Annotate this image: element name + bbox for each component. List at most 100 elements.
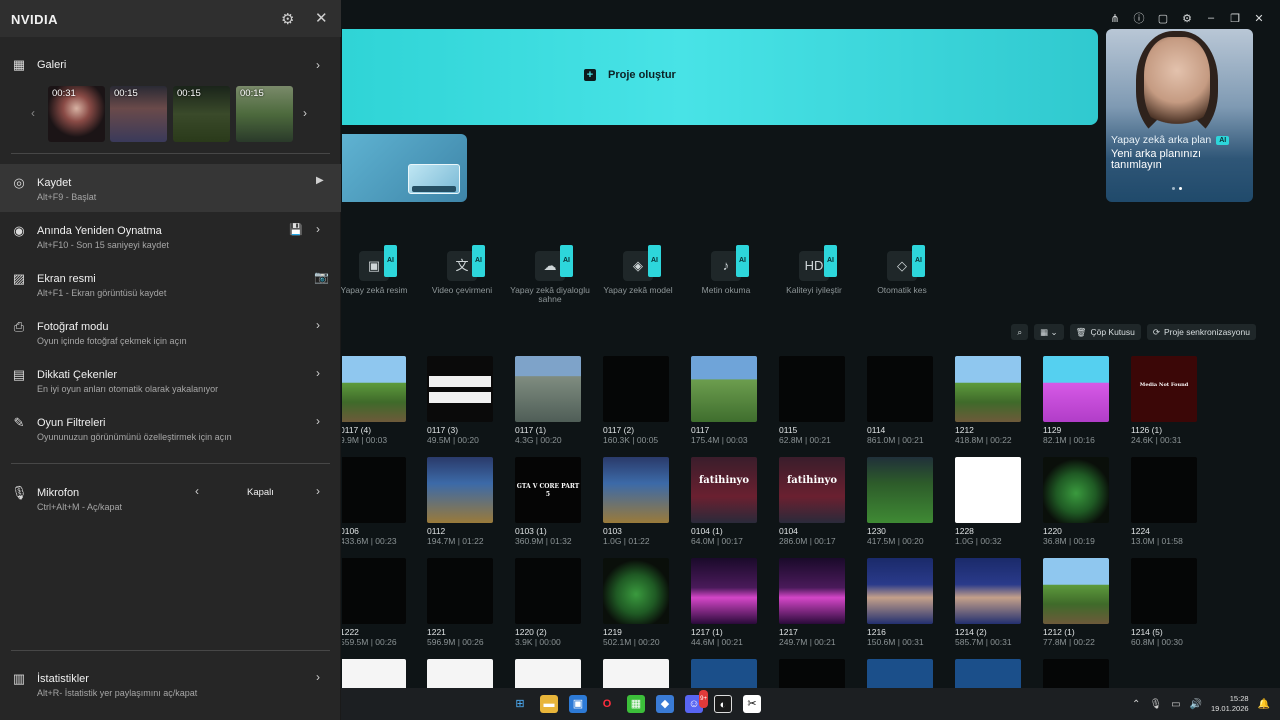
media-clip[interactable]: 0117 (3) 49.5M | 00:20 [427, 356, 515, 445]
view-toggle-button[interactable]: ▦ ⌄ [1034, 324, 1064, 340]
ai-background-promo[interactable]: Yapay zekâ arka plan AI Yeni arka planın… [1106, 29, 1253, 202]
clip-thumbnail[interactable]: fatihinyo [691, 457, 757, 523]
ai-tool[interactable]: ◈ AI Yapay zekâ model [596, 245, 680, 295]
media-clip[interactable]: 1219 502.1M | 00:20 [603, 558, 691, 647]
media-clip[interactable]: 1129 82.1M | 00:16 [1043, 356, 1131, 445]
microphone-tray-icon[interactable]: 🎙 [1149, 699, 1162, 710]
clip-thumbnail[interactable] [1043, 356, 1109, 422]
clip-thumbnail[interactable] [691, 659, 757, 688]
media-clip[interactable]: 0117 175.4M | 00:03 [691, 356, 779, 445]
template-card[interactable] [342, 134, 467, 202]
media-clip[interactable]: 1220 (2) 3.9K | 00:00 [515, 558, 603, 647]
media-clip[interactable]: 0117 (1) 4.3G | 00:20 [515, 356, 603, 445]
volume-icon[interactable]: 🔊 [1190, 699, 1202, 710]
clip-thumbnail[interactable] [515, 558, 581, 624]
create-project-button[interactable]: + Proje oluştur [584, 69, 676, 81]
clock[interactable]: 15:28 19.01.2026 [1211, 694, 1249, 714]
minimize-icon[interactable]: – [1204, 11, 1218, 25]
game-filters-row[interactable]: ✎ Oyun Filtreleri Oyununuzun görünümünü … [0, 404, 341, 452]
media-clip[interactable]: 0115 62.8M | 00:21 [779, 356, 867, 445]
record-row[interactable]: ◎ Kaydet Alt+F9 - Başlat ▶ [0, 164, 341, 212]
media-clip[interactable]: 1216 150.6M | 00:31 [867, 558, 955, 647]
carousel-dots[interactable] [1172, 187, 1182, 190]
media-clip[interactable]: 0117 (4) 9.9M | 00:03 [342, 356, 428, 445]
clip-thumbnail[interactable] [342, 558, 406, 624]
media-clip[interactable] [691, 659, 779, 688]
windows-start-icon[interactable]: ⊞ [511, 695, 529, 713]
clip-thumbnail[interactable] [955, 356, 1021, 422]
network-icon[interactable]: ▭ [1171, 699, 1180, 710]
gallery-clip[interactable]: 00:15 [173, 86, 230, 142]
discord-icon[interactable]: ☺ 9+ [685, 690, 708, 713]
media-clip[interactable]: 1221 596.9M | 00:26 [427, 558, 515, 647]
clip-thumbnail[interactable] [427, 356, 493, 422]
clip-thumbnail[interactable] [427, 558, 493, 624]
media-clip[interactable] [867, 659, 955, 688]
media-clip[interactable]: 0103 1.0G | 01:22 [603, 457, 691, 546]
create-project-banner[interactable]: + Proje oluştur [342, 29, 1098, 125]
clip-thumbnail[interactable]: fatihinyo [779, 457, 845, 523]
media-clip[interactable]: 1222 559.5M | 00:26 [342, 558, 428, 647]
play-icon[interactable]: ▶ [316, 175, 324, 186]
clip-thumbnail[interactable] [1043, 659, 1109, 688]
media-clip[interactable]: 1212 418.8M | 00:22 [955, 356, 1043, 445]
clip-thumbnail[interactable] [1043, 558, 1109, 624]
clip-thumbnail[interactable] [515, 659, 581, 688]
app-icon[interactable]: ◆ [656, 695, 674, 713]
media-clip[interactable] [779, 659, 867, 688]
camera-icon[interactable]: 📷 [314, 270, 329, 284]
clip-thumbnail[interactable] [603, 457, 669, 523]
info-icon[interactable]: ⓘ [1132, 11, 1146, 25]
stats-row[interactable]: ▥ İstatistikler Alt+R- İstatistik yer pa… [0, 660, 341, 708]
gallery-clip[interactable]: 00:31 [48, 86, 105, 142]
media-clip[interactable]: fatihinyo 0104 (1) 64.0M | 00:17 [691, 457, 779, 546]
media-clip[interactable]: 0106 433.6M | 00:23 [342, 457, 428, 546]
capcut-icon[interactable]: ✂ [743, 695, 761, 713]
save-icon[interactable]: 💾 [289, 223, 303, 236]
ai-tool[interactable]: ☁ AI Yapay zekâ diyaloglu sahne [508, 245, 592, 304]
clip-thumbnail[interactable] [342, 356, 406, 422]
media-clip[interactable]: 0117 (2) 160.3K | 00:05 [603, 356, 691, 445]
photo-mode-row[interactable]: ⎙ Fotoğraf modu Oyun içinde fotoğraf çek… [0, 308, 341, 356]
clip-thumbnail[interactable] [779, 659, 845, 688]
share-icon[interactable]: ⋔ [1108, 11, 1122, 25]
gallery-next-icon[interactable]: › [303, 106, 307, 120]
clip-thumbnail[interactable] [1131, 457, 1197, 523]
clip-thumbnail[interactable] [867, 356, 933, 422]
store-icon[interactable]: ▣ [569, 695, 587, 713]
settings-gear-icon[interactable]: ⚙ [281, 10, 294, 28]
search-button[interactable]: ⌕ [1011, 324, 1029, 340]
steam-icon[interactable]: ◐ [714, 695, 732, 713]
clip-thumbnail[interactable] [955, 457, 1021, 523]
opera-icon[interactable]: O [598, 695, 616, 713]
media-clip[interactable] [515, 659, 603, 688]
clip-thumbnail[interactable] [515, 356, 581, 422]
media-clip[interactable]: 1217 (1) 44.6M | 00:21 [691, 558, 779, 647]
media-clip[interactable]: 1228 1.0G | 00:32 [955, 457, 1043, 546]
chat-icon[interactable]: ▢ [1156, 11, 1170, 25]
media-clip[interactable]: 0112 194.7M | 01:22 [427, 457, 515, 546]
project-sync-button[interactable]: ⟳ Proje senkronizasyonu [1146, 324, 1256, 340]
ai-tool[interactable]: 文 AI Video çevirmeni [420, 245, 504, 295]
media-clip[interactable] [342, 659, 428, 688]
gallery-prev-icon[interactable]: ‹ [31, 106, 35, 120]
microphone-row[interactable]: 🎙 Mikrofon Ctrl+Alt+M - Aç/kapat ‹ Kapal… [0, 474, 341, 522]
ai-tool[interactable]: ◇ AI Otomatik kes [860, 245, 944, 295]
gallery-row[interactable]: ▦ Galeri › [0, 56, 341, 76]
clip-thumbnail[interactable] [1131, 558, 1197, 624]
media-clip[interactable]: 1214 (5) 60.8M | 00:30 [1131, 558, 1219, 647]
clip-thumbnail[interactable] [779, 356, 845, 422]
notification-bell-icon[interactable]: 🔔 [1258, 699, 1270, 710]
media-clip[interactable]: GTA V CORE PART 5 0103 (1) 360.9M | 01:32 [515, 457, 603, 546]
clip-thumbnail[interactable] [603, 356, 669, 422]
clip-thumbnail[interactable] [867, 659, 933, 688]
clip-thumbnail[interactable] [867, 558, 933, 624]
media-clip[interactable]: 1220 36.8M | 00:19 [1043, 457, 1131, 546]
ai-tool[interactable]: ♪ AI Metin okuma [684, 245, 768, 295]
media-clip[interactable] [955, 659, 1043, 688]
clip-thumbnail[interactable] [427, 457, 493, 523]
media-clip[interactable]: 1212 (1) 77.8M | 00:22 [1043, 558, 1131, 647]
settings-icon[interactable]: ⚙ [1180, 11, 1194, 25]
file-explorer-icon[interactable]: ▬ [540, 695, 558, 713]
chevron-right-icon[interactable]: › [316, 484, 320, 498]
